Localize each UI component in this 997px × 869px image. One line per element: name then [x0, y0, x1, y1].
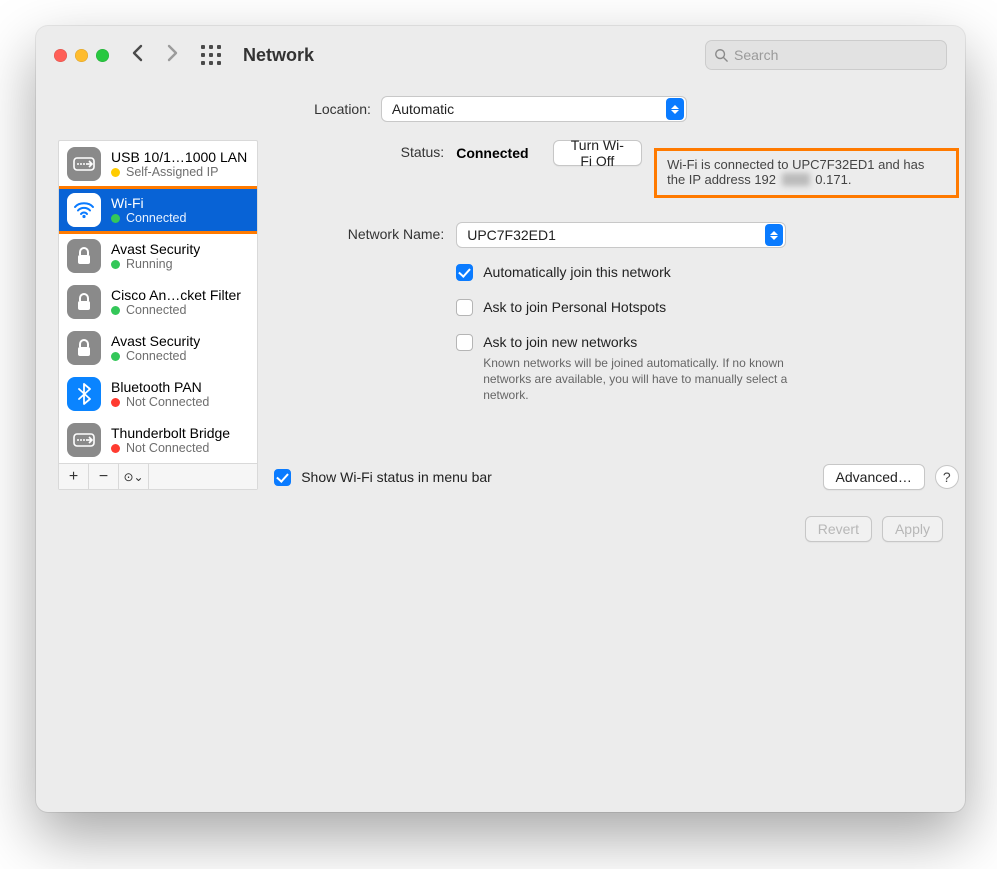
- forward-button[interactable]: [165, 42, 179, 68]
- service-status: Connected: [126, 349, 186, 363]
- status-dot-icon: [111, 306, 120, 315]
- details-pane: Status: Connected Turn Wi-Fi Off Wi-Fi i…: [274, 140, 959, 490]
- network-name-value: UPC7F32ED1: [467, 227, 556, 243]
- back-button[interactable]: [131, 42, 145, 68]
- turn-wifi-off-button[interactable]: Turn Wi-Fi Off: [553, 140, 643, 166]
- status-description: Wi-Fi is connected to UPC7F32ED1 and has…: [654, 148, 959, 198]
- ask-new-checkbox[interactable]: [456, 334, 473, 351]
- network-name-select[interactable]: UPC7F32ED1: [456, 222, 786, 248]
- service-usb-lan[interactable]: USB 10/1…1000 LAN Self-Assigned IP: [59, 141, 257, 187]
- service-wifi[interactable]: Wi-Fi Connected: [59, 187, 257, 233]
- personal-hotspots-checkbox[interactable]: [456, 299, 473, 316]
- personal-hotspots-label: Ask to join Personal Hotspots: [483, 299, 666, 315]
- network-name-label: Network Name:: [274, 222, 444, 242]
- remove-service-button[interactable]: −: [89, 464, 119, 489]
- show-menubar-checkbox[interactable]: [274, 469, 291, 486]
- service-cisco[interactable]: Cisco An…cket Filter Connected: [59, 279, 257, 325]
- service-status: Not Connected: [126, 395, 209, 409]
- advanced-button[interactable]: Advanced…: [823, 464, 925, 490]
- status-dot-icon: [111, 398, 120, 407]
- select-stepper-icon: [666, 98, 684, 120]
- add-service-button[interactable]: +: [59, 464, 89, 489]
- ip-redacted: [782, 173, 810, 186]
- status-dot-icon: [111, 352, 120, 361]
- more-service-button[interactable]: ⊙⌄: [119, 464, 149, 489]
- window-controls: [54, 49, 109, 62]
- service-name: USB 10/1…1000 LAN: [111, 149, 247, 165]
- ethernet-icon: [67, 423, 101, 457]
- footer: Revert Apply: [36, 504, 965, 560]
- auto-join-label: Automatically join this network: [483, 264, 671, 280]
- service-status: Self-Assigned IP: [126, 165, 218, 179]
- network-name-row: Network Name: UPC7F32ED1 Automatically j…: [274, 222, 959, 404]
- status-dot-icon: [111, 214, 120, 223]
- service-name: Wi-Fi: [111, 195, 186, 211]
- service-status: Connected: [126, 211, 186, 225]
- search-icon: [714, 48, 728, 62]
- service-sidebar: USB 10/1…1000 LAN Self-Assigned IP Wi-Fi…: [58, 140, 258, 490]
- location-value: Automatic: [392, 101, 454, 117]
- personal-hotspots-row: Ask to join Personal Hotspots: [456, 299, 959, 316]
- search-input[interactable]: [734, 47, 938, 63]
- sidebar-toolbar: + − ⊙⌄: [59, 463, 257, 489]
- show-menubar-label: Show Wi-Fi status in menu bar: [301, 469, 492, 485]
- show-all-button[interactable]: [201, 45, 221, 65]
- status-label: Status:: [274, 140, 444, 160]
- select-stepper-icon: [765, 224, 783, 246]
- revert-button[interactable]: Revert: [805, 516, 872, 542]
- status-row: Status: Connected Turn Wi-Fi Off Wi-Fi i…: [274, 140, 959, 198]
- minimize-window-button[interactable]: [75, 49, 88, 62]
- service-status: Running: [126, 257, 173, 271]
- chevron-right-icon: [165, 44, 179, 62]
- close-window-button[interactable]: [54, 49, 67, 62]
- service-name: Avast Security: [111, 333, 200, 349]
- status-desc-post: 0.171.: [815, 172, 851, 187]
- ethernet-icon: [67, 147, 101, 181]
- status-dot-icon: [111, 260, 120, 269]
- location-select[interactable]: Automatic: [381, 96, 687, 122]
- auto-join-row: Automatically join this network: [456, 264, 959, 281]
- help-button[interactable]: ?: [935, 465, 959, 489]
- window-title: Network: [243, 45, 314, 66]
- auto-join-checkbox[interactable]: [456, 264, 473, 281]
- lock-icon: [67, 285, 101, 319]
- body: USB 10/1…1000 LAN Self-Assigned IP Wi-Fi…: [36, 122, 965, 504]
- service-thunderbolt[interactable]: Thunderbolt Bridge Not Connected: [59, 417, 257, 463]
- wifi-icon: [67, 193, 101, 227]
- zoom-window-button[interactable]: [96, 49, 109, 62]
- ask-new-label: Ask to join new networks: [483, 334, 637, 350]
- service-name: Thunderbolt Bridge: [111, 425, 230, 441]
- titlebar: Network: [36, 26, 965, 84]
- service-list: USB 10/1…1000 LAN Self-Assigned IP Wi-Fi…: [59, 141, 257, 463]
- status-value: Connected: [456, 145, 528, 161]
- service-name: Bluetooth PAN: [111, 379, 209, 395]
- service-avast-1[interactable]: Avast Security Running: [59, 233, 257, 279]
- ask-new-row: Ask to join new networks: [456, 334, 959, 351]
- known-networks-hint: Known networks will be joined automatica…: [483, 355, 803, 404]
- service-status: Not Connected: [126, 441, 209, 455]
- service-status: Connected: [126, 303, 186, 317]
- service-bluetooth[interactable]: Bluetooth PAN Not Connected: [59, 371, 257, 417]
- bluetooth-icon: [67, 377, 101, 411]
- status-dot-icon: [111, 444, 120, 453]
- service-name: Avast Security: [111, 241, 200, 257]
- chevron-left-icon: [131, 44, 145, 62]
- details-bottom: Show Wi-Fi status in menu bar Advanced… …: [274, 452, 959, 490]
- service-avast-2[interactable]: Avast Security Connected: [59, 325, 257, 371]
- nav-buttons: [131, 42, 179, 68]
- sidebar-toolbar-spacer: [149, 464, 257, 489]
- network-preferences-window: Network Location: Automatic USB 10/1…1: [36, 26, 965, 812]
- apply-button[interactable]: Apply: [882, 516, 943, 542]
- status-dot-icon: [111, 168, 120, 177]
- location-label: Location:: [314, 101, 371, 117]
- lock-icon: [67, 331, 101, 365]
- search-field[interactable]: [705, 40, 947, 70]
- lock-icon: [67, 239, 101, 273]
- location-row: Location: Automatic: [36, 96, 965, 122]
- service-name: Cisco An…cket Filter: [111, 287, 241, 303]
